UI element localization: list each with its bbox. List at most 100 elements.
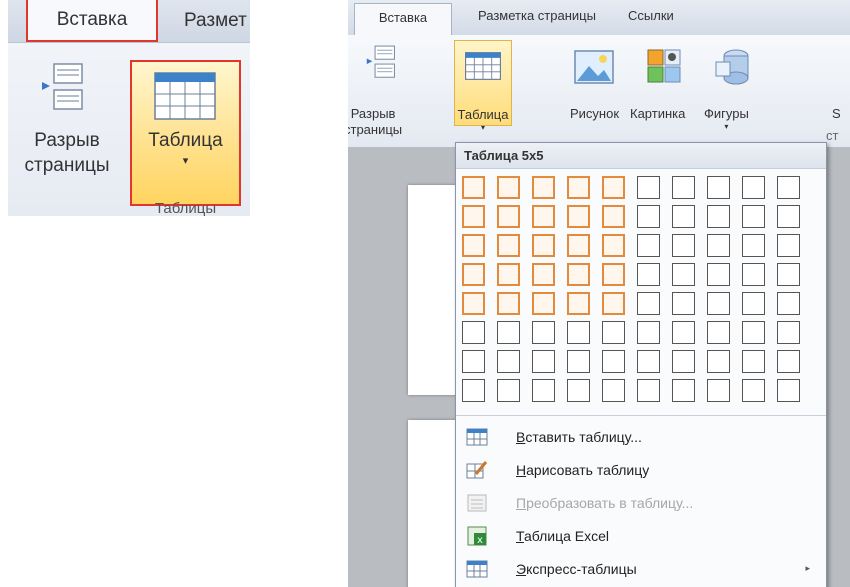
grid-cell[interactable] [462, 379, 485, 402]
grid-cell[interactable] [707, 205, 730, 228]
grid-cell[interactable] [777, 176, 800, 199]
grid-cell[interactable] [742, 321, 765, 344]
grid-cell[interactable] [637, 321, 660, 344]
grid-cell[interactable] [532, 292, 555, 315]
grid-cell[interactable] [462, 205, 485, 228]
grid-cell[interactable] [707, 379, 730, 402]
grid-cell[interactable] [707, 292, 730, 315]
grid-cell[interactable] [637, 205, 660, 228]
grid-cell[interactable] [637, 350, 660, 373]
grid-cell[interactable] [602, 176, 625, 199]
grid-cell[interactable] [567, 379, 590, 402]
grid-cell[interactable] [497, 205, 520, 228]
grid-cell[interactable] [672, 321, 695, 344]
grid-cell[interactable] [497, 379, 520, 402]
grid-cell[interactable] [462, 321, 485, 344]
shapes-button[interactable]: Фигуры ▾ [704, 106, 749, 132]
grid-cell[interactable] [637, 379, 660, 402]
tab-references[interactable]: Ссылки [628, 8, 674, 23]
grid-cell[interactable] [777, 379, 800, 402]
grid-cell[interactable] [672, 379, 695, 402]
page-break-label-line1: Разрыв [350, 106, 396, 121]
grid-cell[interactable] [497, 234, 520, 257]
grid-cell[interactable] [672, 350, 695, 373]
table-button[interactable]: Таблица ▾ [130, 60, 241, 206]
menu-item-label: Преобразовать в таблицу... [516, 495, 694, 511]
grid-cell[interactable] [672, 234, 695, 257]
grid-cell[interactable] [672, 263, 695, 286]
menu-item-quick-tables[interactable]: Экспресс-таблицы ▸ [456, 553, 826, 586]
grid-cell[interactable] [602, 263, 625, 286]
grid-cell[interactable] [672, 176, 695, 199]
page-break-button[interactable]: Разрыв страницы [348, 106, 402, 138]
grid-cell[interactable] [497, 176, 520, 199]
word-window: Вставка Разметка страницы Ссылки Разрыв … [348, 0, 850, 587]
grid-cell[interactable] [777, 234, 800, 257]
grid-cell[interactable] [742, 176, 765, 199]
grid-cell[interactable] [532, 176, 555, 199]
grid-cell[interactable] [567, 292, 590, 315]
grid-cell[interactable] [707, 350, 730, 373]
grid-cell[interactable] [742, 379, 765, 402]
grid-cell[interactable] [462, 350, 485, 373]
menu-item-insert-table[interactable]: Вставить таблицу... [456, 421, 826, 454]
grid-cell[interactable] [602, 292, 625, 315]
grid-cell[interactable] [637, 263, 660, 286]
menu-item-draw-table[interactable]: Нарисовать таблицу [456, 454, 826, 487]
grid-cell[interactable] [602, 234, 625, 257]
tab-insert[interactable]: Вставка [26, 0, 158, 42]
grid-cell[interactable] [532, 350, 555, 373]
grid-cell[interactable] [602, 350, 625, 373]
table-button[interactable]: Таблица ▾ [454, 40, 512, 132]
tab-page-layout[interactable]: Размет [184, 0, 247, 42]
clipart-button[interactable]: Картинка [630, 106, 685, 122]
grid-cell[interactable] [637, 176, 660, 199]
grid-cell[interactable] [777, 205, 800, 228]
grid-cell[interactable] [462, 292, 485, 315]
grid-cell[interactable] [672, 292, 695, 315]
grid-cell[interactable] [637, 292, 660, 315]
grid-cell[interactable] [532, 205, 555, 228]
grid-cell[interactable] [567, 176, 590, 199]
grid-cell[interactable] [672, 205, 695, 228]
grid-cell[interactable] [602, 321, 625, 344]
grid-cell[interactable] [602, 205, 625, 228]
grid-cell[interactable] [742, 350, 765, 373]
grid-cell[interactable] [707, 263, 730, 286]
smartart-button[interactable]: S [832, 106, 841, 122]
grid-cell[interactable] [742, 205, 765, 228]
tab-page-layout[interactable]: Разметка страницы [478, 8, 596, 23]
grid-cell[interactable] [497, 321, 520, 344]
picture-button[interactable]: Рисунок [570, 106, 619, 122]
menu-item-excel-table[interactable]: x Таблица Excel [456, 520, 826, 553]
grid-cell[interactable] [742, 234, 765, 257]
grid-cell[interactable] [567, 205, 590, 228]
grid-cell[interactable] [742, 263, 765, 286]
grid-cell[interactable] [497, 350, 520, 373]
grid-cell[interactable] [462, 263, 485, 286]
grid-cell[interactable] [567, 263, 590, 286]
grid-cell[interactable] [462, 234, 485, 257]
grid-cell[interactable] [742, 292, 765, 315]
grid-cell[interactable] [532, 263, 555, 286]
grid-cell[interactable] [777, 321, 800, 344]
grid-cell[interactable] [777, 263, 800, 286]
grid-cell[interactable] [532, 379, 555, 402]
grid-cell[interactable] [777, 350, 800, 373]
grid-cell[interactable] [567, 350, 590, 373]
grid-cell[interactable] [707, 176, 730, 199]
grid-cell[interactable] [532, 234, 555, 257]
grid-cell[interactable] [462, 176, 485, 199]
grid-cell[interactable] [602, 379, 625, 402]
grid-cell[interactable] [707, 321, 730, 344]
page-break-button[interactable]: Разрыв страницы [8, 128, 126, 178]
grid-cell[interactable] [707, 234, 730, 257]
grid-cell[interactable] [777, 292, 800, 315]
tab-insert[interactable]: Вставка [354, 3, 452, 36]
grid-cell[interactable] [567, 321, 590, 344]
grid-cell[interactable] [637, 234, 660, 257]
grid-cell[interactable] [497, 263, 520, 286]
grid-cell[interactable] [532, 321, 555, 344]
grid-cell[interactable] [567, 234, 590, 257]
grid-cell[interactable] [497, 292, 520, 315]
